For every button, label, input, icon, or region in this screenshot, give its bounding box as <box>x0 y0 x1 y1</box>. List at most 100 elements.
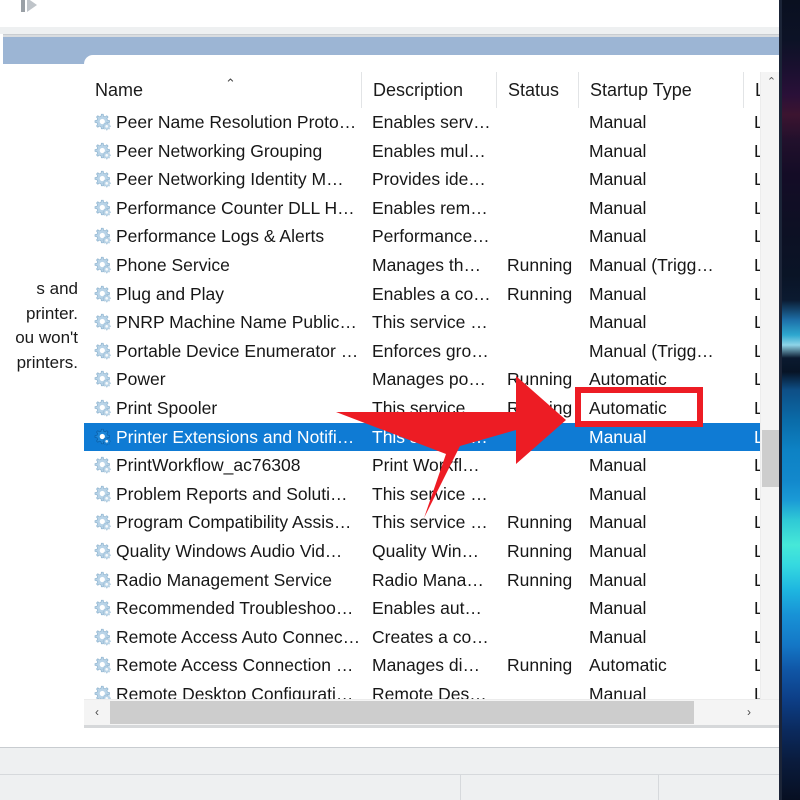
table-row[interactable]: Recommended Troubleshoo… Enables aut… Manu… <box>84 594 782 623</box>
column-header-status[interactable]: Status <box>496 72 578 108</box>
table-row[interactable]: Performance Logs & Alerts Performance… Man… <box>84 222 782 251</box>
window-right-edge <box>779 0 782 800</box>
table-row[interactable]: Peer Name Resolution Proto… Enables serv…… <box>84 108 782 137</box>
cell-startup: Manual <box>589 226 647 247</box>
table-row[interactable]: Remote Access Auto Connec… Creates a co… M… <box>84 623 782 652</box>
cell-status: Running <box>507 655 573 676</box>
cell-status <box>496 137 578 166</box>
cell-name: PrintWorkflow_ac76308 <box>116 455 301 476</box>
horizontal-scrollbar[interactable]: ‹ › <box>84 699 782 725</box>
table-row[interactable]: Radio Management Service Radio Mana… Runni… <box>84 566 782 595</box>
cell-desc: This service … <box>372 397 488 418</box>
table-row[interactable]: Program Compatibility Assis… This service… <box>84 508 782 537</box>
cell-startup: Manual <box>589 112 647 132</box>
cell-startup: Manual <box>589 598 647 619</box>
scroll-left-icon[interactable]: ‹ <box>84 700 110 725</box>
cell-desc: Manages di… <box>372 655 480 676</box>
cell-startup: Manual <box>589 626 647 647</box>
window-accent-band-left <box>0 37 84 66</box>
window-top-strip <box>0 0 782 27</box>
cell-status: Running <box>507 512 573 533</box>
table-row[interactable]: Problem Reports and Soluti… This service … <box>84 480 782 509</box>
cell-startup: Manual (Trigg… <box>589 254 714 275</box>
cell-desc: Print Workfl… <box>372 455 480 476</box>
cell-desc: Enables rem… <box>372 197 488 218</box>
left-info-line: s and <box>36 279 78 298</box>
table-row[interactable]: Peer Networking Grouping Enables mul… Manu… <box>84 137 782 166</box>
status-bar-divider <box>658 775 659 800</box>
cell-startup: Manual <box>589 197 647 218</box>
column-header-name[interactable]: Name <box>84 72 361 108</box>
cell-name: Peer Networking Grouping <box>116 140 323 161</box>
cell-status <box>496 451 578 480</box>
table-row[interactable]: Peer Networking Identity M… Provides ide…… <box>84 165 782 194</box>
cell-status <box>496 165 578 194</box>
cell-startup: Manual <box>589 169 647 190</box>
cell-desc: This service … <box>372 312 488 333</box>
cell-status: Running <box>507 569 573 590</box>
cell-desc: Enables a co… <box>372 283 491 304</box>
cell-desc: This service … <box>372 483 488 504</box>
cell-desc: Enables serv… <box>372 112 491 132</box>
cell-name: Print Spooler <box>116 397 218 418</box>
cell-startup: Manual <box>589 455 647 476</box>
column-header-desc[interactable]: Description <box>361 72 496 108</box>
cell-desc: Quality Win… <box>372 540 479 561</box>
cell-status <box>496 222 578 251</box>
cell-name: Program Compatibility Assis… <box>116 512 352 533</box>
cell-status <box>496 623 578 652</box>
cell-name: Remote Access Connection … <box>116 655 354 676</box>
cell-name: Phone Service <box>116 254 230 275</box>
cell-status: Running <box>507 283 573 304</box>
cell-name: Recommended Troubleshoo… <box>116 598 354 619</box>
cell-name: Power <box>116 369 166 390</box>
table-row[interactable]: Plug and PlayEnables a co…RunningManualL… <box>84 280 782 309</box>
table-row[interactable]: Portable Device Enumerator … Enforces gro… <box>84 337 782 366</box>
cell-name: Peer Networking Identity M… <box>116 169 344 190</box>
cell-desc: Enables mul… <box>372 140 486 161</box>
status-bar-divider <box>460 775 461 800</box>
status-bar-upper <box>0 747 782 774</box>
left-info-line: printers. <box>16 352 78 372</box>
cell-startup: Manual <box>589 569 647 590</box>
cell-status: Running <box>507 254 573 275</box>
horizontal-scroll-thumb[interactable] <box>110 701 694 724</box>
cell-startup: Manual <box>589 140 647 161</box>
cell-name: Portable Device Enumerator … <box>116 340 359 361</box>
cell-startup: Manual (Trigg… <box>589 340 714 361</box>
cell-status <box>496 308 578 337</box>
table-row[interactable]: Quality Windows Audio Vid… Quality Win… Ru… <box>84 537 782 566</box>
cell-status <box>496 194 578 223</box>
cell-status <box>496 423 578 452</box>
toolbar-divider <box>0 27 782 35</box>
cell-desc: Creates a co… <box>372 626 489 647</box>
cell-desc: This service … <box>372 512 488 533</box>
desktop-wallpaper <box>782 0 800 800</box>
cell-status <box>496 594 578 623</box>
cell-name: Plug and Play <box>116 283 224 304</box>
cell-name: Problem Reports and Soluti… <box>116 483 348 504</box>
cell-status: Running <box>507 369 573 390</box>
table-row[interactable]: Remote Access Connection … Manages di… Run… <box>84 651 782 680</box>
cell-startup: Manual <box>589 283 647 304</box>
cell-name: Radio Management Service <box>116 569 332 590</box>
cell-desc: Manages po… <box>372 369 486 390</box>
table-row[interactable]: PNRP Machine Name Public… This service … M… <box>84 308 782 337</box>
left-info-line: printer. <box>26 303 78 323</box>
cell-name: Quality Windows Audio Vid… <box>116 540 343 561</box>
left-info-line: ou won't <box>15 328 78 347</box>
list-bottom-edge <box>84 725 782 728</box>
table-row[interactable]: Performance Counter DLL H… Enables rem… Ma… <box>84 194 782 223</box>
table-row[interactable]: Phone Service Manages th… Running Manual (T… <box>84 251 782 280</box>
table-row[interactable]: PrintWorkflow_ac76308 Print Workfl… Manual… <box>84 451 782 480</box>
column-header-startup[interactable]: Startup Type <box>578 72 743 108</box>
scroll-right-icon[interactable]: › <box>736 700 762 725</box>
cell-status: Running <box>507 397 573 418</box>
left-info-panel: s and printer. ou won't printers. <box>0 64 84 747</box>
cell-name: Remote Access Auto Connec… <box>116 626 361 647</box>
cell-startup: Manual <box>589 483 647 504</box>
cell-startup: Manual <box>589 540 647 561</box>
list-header-row[interactable]: NameDescriptionStatusStartup TypeLog⌃ <box>84 72 782 109</box>
cell-desc: This service … <box>372 426 488 447</box>
cell-desc: Enforces gro… <box>372 340 489 361</box>
